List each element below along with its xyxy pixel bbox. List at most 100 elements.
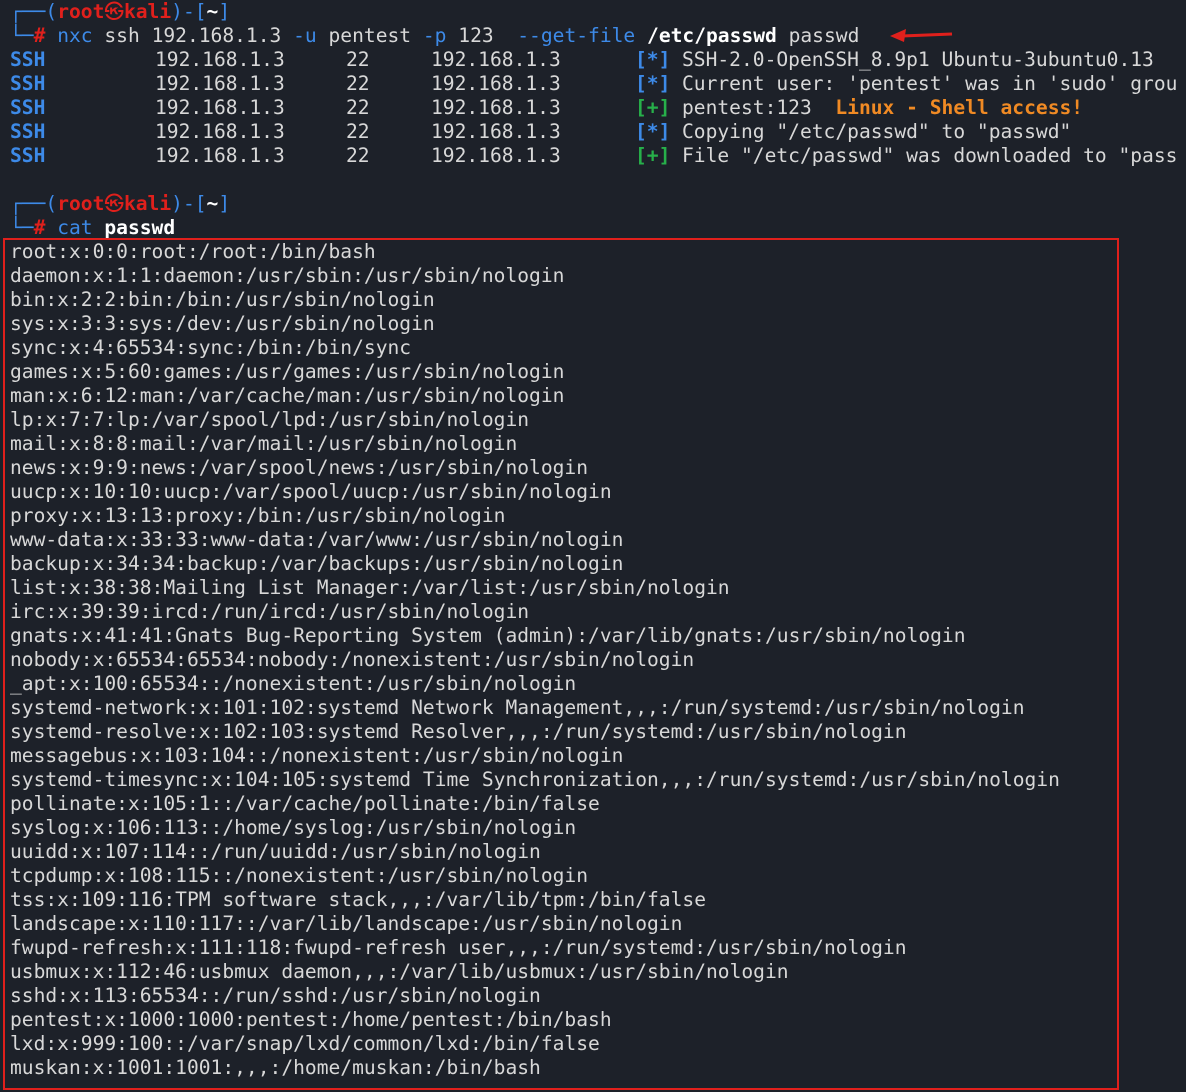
passwd-line: systemd-resolve:x:102:103:systemd Resolv…: [10, 720, 907, 743]
nxc-output-row: SSH 192.168.1.3 22 192.168.1.3 [+] pentest:12…: [10, 96, 1186, 120]
annotation-arrow-icon: [890, 29, 953, 42]
cmd-remote-path: /etc/passwd: [647, 24, 777, 47]
prompt-bracket-close: ]: [218, 192, 231, 215]
cmd2-tool: cat: [57, 216, 93, 239]
prompt-corner-top: ┌──(: [10, 192, 58, 215]
passwd-line: list:x:38:38:Mailing List Manager:/var/l…: [10, 576, 730, 599]
passwd-line: tcpdump:x:108:115::/nonexistent:/usr/sbi…: [10, 864, 589, 887]
row-host: 192.168.1.3: [431, 72, 561, 95]
prompt-bracket-close: ]: [218, 0, 231, 23]
prompt-hash: #: [33, 24, 46, 47]
command-line-1[interactable]: └─# nxc ssh 192.168.1.3 -u pentest -p 12…: [10, 24, 859, 48]
nxc-output-row: SSH 192.168.1.3 22 192.168.1.3 [*] SSH-2.0-Op…: [10, 48, 1186, 72]
passwd-line: systemd-network:x:101:102:systemd Networ…: [10, 696, 1025, 719]
prompt-dir: ~: [206, 192, 219, 215]
row-host: 192.168.1.3: [431, 120, 561, 143]
prompt-user: root: [57, 0, 105, 23]
row-message: pentest:123 Linux - Shell access!: [682, 96, 1083, 120]
passwd-line: sync:x:4:65534:sync:/bin:/bin/sync: [10, 336, 412, 359]
cmd-flag-u: -u: [293, 24, 317, 47]
row-status-marker: [*]: [635, 48, 671, 71]
row-port: 22: [346, 96, 370, 119]
row-message: SSH-2.0-OpenSSH_8.9p1 Ubuntu-3ubuntu0.13: [682, 48, 1154, 71]
row-message: Copying "/etc/passwd" to "passwd": [682, 120, 1072, 143]
cmd-proto: ssh: [104, 24, 140, 47]
prompt-corner-top: ┌──(: [10, 0, 58, 23]
row-status-marker: [+]: [635, 96, 671, 119]
skull-icon: ㉿: [104, 0, 124, 23]
passwd-line: sshd:x:113:65534::/run/sshd:/usr/sbin/no…: [10, 984, 541, 1007]
row-ip: 192.168.1.3: [155, 96, 285, 119]
row-message: Current user: 'pentest' was in 'sudo' gr…: [682, 72, 1178, 95]
passwd-line: fwupd-refresh:x:111:118:fwupd-refresh us…: [10, 936, 907, 959]
passwd-line: uucp:x:10:10:uucp:/var/spool/uucp:/usr/s…: [10, 480, 612, 503]
row-ip: 192.168.1.3: [155, 120, 285, 143]
prompt-hash: #: [33, 216, 46, 239]
row-proto: SSH: [10, 72, 46, 95]
row-port: 22: [346, 48, 370, 71]
passwd-line: systemd-timesync:x:104:105:systemd Time …: [10, 768, 1060, 791]
passwd-line: news:x:9:9:news:/var/spool/news:/usr/sbi…: [10, 456, 589, 479]
row-ip: 192.168.1.3: [155, 72, 285, 95]
passwd-line: pentest:x:1000:1000:pentest:/home/pentes…: [10, 1008, 612, 1031]
passwd-line: mail:x:8:8:mail:/var/mail:/usr/sbin/nolo…: [10, 432, 518, 455]
passwd-line: syslog:x:106:113::/home/syslog:/usr/sbin…: [10, 816, 577, 839]
passwd-line: daemon:x:1:1:daemon:/usr/sbin:/usr/sbin/…: [10, 264, 565, 287]
passwd-line: sys:x:3:3:sys:/dev:/usr/sbin/nologin: [10, 312, 435, 335]
row-host: 192.168.1.3: [431, 48, 561, 71]
prompt-bracket: )-[: [171, 192, 207, 215]
passwd-line: gnats:x:41:41:Gnats Bug-Reporting System…: [10, 624, 966, 647]
prompt-user: root: [57, 192, 105, 215]
passwd-line: _apt:x:100:65534::/nonexistent:/usr/sbin…: [10, 672, 577, 695]
prompt-line-2: ┌──(root㉿kali)-[~]: [10, 192, 230, 216]
row-message: File "/etc/passwd" was downloaded to "pa…: [682, 144, 1178, 167]
prompt-host: kali: [123, 0, 172, 23]
command-line-2[interactable]: └─# cat passwd: [10, 216, 175, 240]
row-status-marker: [*]: [635, 120, 671, 143]
passwd-line: muskan:x:1001:1001:,,,:/home/muskan:/bin…: [10, 1056, 541, 1079]
row-host: 192.168.1.3: [431, 144, 561, 167]
row-ip: 192.168.1.3: [155, 48, 285, 71]
nxc-output-row: SSH 192.168.1.3 22 192.168.1.3 [*] Copying "/…: [10, 120, 1186, 144]
prompt-bracket: )-[: [171, 0, 207, 23]
passwd-line: pollinate:x:105:1::/var/cache/pollinate:…: [10, 792, 600, 815]
cmd-pass: 123: [458, 24, 494, 47]
passwd-line: messagebus:x:103:104::/nonexistent:/usr/…: [10, 744, 624, 767]
nxc-output-row: SSH 192.168.1.3 22 192.168.1.3 [*] Current us…: [10, 72, 1186, 96]
prompt-corner-bottom: └─: [10, 24, 34, 47]
passwd-line: tss:x:109:116:TPM software stack,,,:/var…: [10, 888, 706, 911]
passwd-line: uuidd:x:107:114::/run/uuidd:/usr/sbin/no…: [10, 840, 541, 863]
passwd-line: bin:x:2:2:bin:/bin:/usr/sbin/nologin: [10, 288, 435, 311]
row-status-marker: [*]: [635, 72, 671, 95]
cmd-flag-p: -p: [422, 24, 447, 47]
skull-icon: ㉿: [104, 192, 124, 215]
passwd-line: games:x:5:60:games:/usr/games:/usr/sbin/…: [10, 360, 565, 383]
passwd-line: root:x:0:0:root:/root:/bin/bash: [10, 240, 376, 263]
row-status-marker: [+]: [635, 144, 671, 167]
row-port: 22: [346, 144, 370, 167]
cmd2-arg: passwd: [104, 216, 176, 239]
prompt-corner-bottom: └─: [10, 216, 34, 239]
passwd-line: backup:x:34:34:backup:/var/backups:/usr/…: [10, 552, 624, 575]
prompt-line-1: ┌──(root㉿kali)-[~]: [10, 0, 230, 24]
cmd-flag-get-file: --get-file: [517, 24, 636, 47]
passwd-line: lxd:x:999:100::/var/snap/lxd/common/lxd:…: [10, 1032, 600, 1055]
row-highlight: Linux - Shell access!: [835, 96, 1084, 119]
row-proto: SSH: [10, 144, 46, 167]
row-message-text: pentest:123: [682, 96, 836, 119]
cmd-tool: nxc: [57, 24, 93, 47]
passwd-line: irc:x:39:39:ircd:/run/ircd:/usr/sbin/nol…: [10, 600, 530, 623]
cmd-local-path: passwd: [788, 24, 860, 47]
cmd-target: 192.168.1.3: [151, 24, 282, 47]
prompt-dir: ~: [206, 0, 219, 23]
row-proto: SSH: [10, 48, 46, 71]
nxc-output-row: SSH 192.168.1.3 22 192.168.1.3 [+] File "/etc…: [10, 144, 1186, 168]
row-ip: 192.168.1.3: [155, 144, 285, 167]
terminal-window[interactable]: ┌──(root㉿kali)-[~] └─# nxc ssh 192.168.1…: [0, 0, 1186, 1092]
passwd-line: man:x:6:12:man:/var/cache/man:/usr/sbin/…: [10, 384, 565, 407]
passwd-line: lp:x:7:7:lp:/var/spool/lpd:/usr/sbin/nol…: [10, 408, 530, 431]
passwd-line: www-data:x:33:33:www-data:/var/www:/usr/…: [10, 528, 624, 551]
row-proto: SSH: [10, 96, 46, 119]
passwd-line: usbmux:x:112:46:usbmux daemon,,,:/var/li…: [10, 960, 789, 983]
passwd-line: nobody:x:65534:65534:nobody:/nonexistent…: [10, 648, 695, 671]
